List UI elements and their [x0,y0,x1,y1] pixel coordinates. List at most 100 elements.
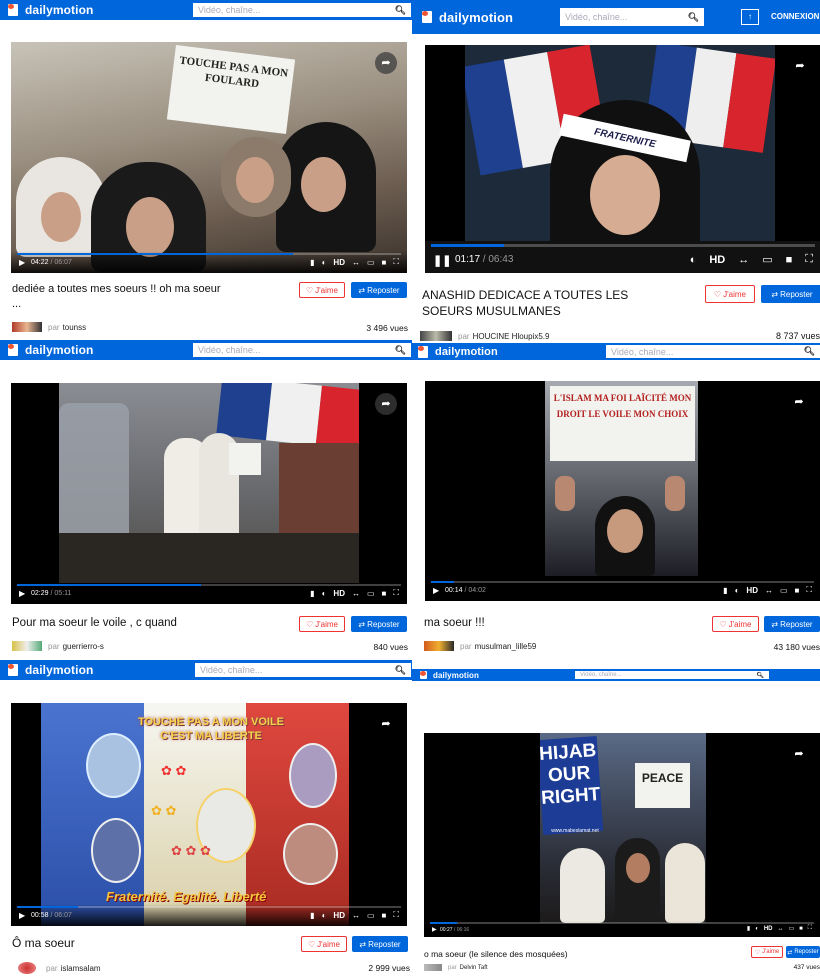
expand-width-icon[interactable]: ↔ [738,254,749,266]
search-icon[interactable]: 🔍︎ [395,5,406,16]
progress-bar[interactable] [17,906,401,908]
fullscreen-icon[interactable]: ⛶ [806,585,812,595]
video-title[interactable]: dediée a toutes mes soeurs !! oh ma soeu… [12,282,292,312]
dailymotion-logo[interactable]: dailymotion [418,345,498,358]
avatar[interactable] [12,641,42,651]
search-icon[interactable]: 🔍︎ [395,345,406,356]
fullscreen-icon[interactable]: ⛶ [393,588,399,598]
airplay-icon[interactable]: ▭ [367,911,375,920]
hd-button[interactable]: HD [333,589,345,598]
expand-width-icon[interactable]: ↔ [352,911,360,920]
progress-bar[interactable] [17,253,401,255]
progress-bar[interactable] [430,922,814,924]
expand-width-icon[interactable]: ↔ [778,926,784,932]
search-icon[interactable]: 🔍︎ [756,672,764,679]
expand-width-icon[interactable]: ↔ [352,589,360,598]
expand-width-icon[interactable]: ↔ [765,586,773,595]
share-icon[interactable]: ➦ [375,713,397,735]
like-button[interactable]: ♡ J'aime [299,282,345,298]
video-player[interactable]: TOUCHE PAS A MON VOILE C'EST MA LIBERTE … [11,703,407,926]
share-icon[interactable]: ➦ [788,391,810,413]
share-icon[interactable]: ➦ [375,52,397,74]
repost-button[interactable]: ⇄ Reposter [352,936,408,952]
dailymotion-logo[interactable]: dailymotion [8,343,93,357]
video-title[interactable]: ma soeur !!! [424,616,684,631]
search-input[interactable]: Vidéo, chaîne... 🔍︎ [606,345,820,358]
speed-gauge-icon[interactable]: ◐ [322,589,327,598]
hd-button[interactable]: HD [764,926,773,932]
play-icon[interactable]: ▶ [19,911,25,920]
airplay-icon[interactable]: ▭ [367,258,375,267]
speed-gauge-icon[interactable]: ◐ [755,926,759,932]
video-player[interactable]: TOUCHE PAS A MON FOULARD ➦ ▶ 04:22 / 06:… [11,42,407,273]
video-title[interactable]: o ma soeur (le silence des mosquées) [424,947,684,962]
search-input[interactable]: Vidéo, chaîne... 🔍︎ [195,663,411,677]
hd-button[interactable]: HD [333,911,345,920]
hd-button[interactable]: HD [333,258,345,267]
airplay-icon[interactable]: ▭ [780,586,788,595]
fullscreen-icon[interactable]: ⛶ [808,925,812,932]
like-button[interactable]: ♡ J'aime [712,616,759,632]
repost-button[interactable]: ⇄ Reposter [764,616,820,632]
share-icon[interactable]: ➦ [375,393,397,415]
hd-button[interactable]: HD [746,586,758,595]
hd-button[interactable]: HD [709,254,725,266]
theater-mode-icon[interactable]: ■ [795,586,800,595]
speed-gauge-icon[interactable]: ◐ [322,258,327,267]
like-button[interactable]: ♡ J'aime [751,946,783,958]
video-title[interactable]: Ô ma soeur [12,936,272,951]
avatar[interactable] [18,962,36,974]
avatar[interactable] [424,964,442,971]
fullscreen-icon[interactable]: ⛶ [805,253,813,266]
volume-icon[interactable]: ▮ [723,586,727,595]
speed-gauge-icon[interactable]: ◐ [690,254,697,266]
volume-icon[interactable]: ▮ [310,589,314,598]
share-icon[interactable]: ➦ [788,743,810,765]
progress-bar[interactable] [431,244,815,247]
search-input[interactable]: Vidéo, chaîne... 🔍︎ [193,343,411,357]
video-player[interactable]: HIJAB OUR RIGHT www.mabeslamat.net PEACE… [424,733,820,937]
theater-mode-icon[interactable]: ■ [382,589,387,598]
theater-mode-icon[interactable]: ■ [382,911,387,920]
search-icon[interactable]: 🔍︎ [688,12,699,23]
fullscreen-icon[interactable]: ⛶ [393,910,399,920]
pause-icon[interactable]: ❚❚ [433,254,451,267]
video-title[interactable]: ANASHID DEDICACE A TOUTES LES SOEURS MUS… [422,287,682,319]
play-icon[interactable]: ▶ [19,589,25,598]
speed-gauge-icon[interactable]: ◐ [322,911,327,920]
airplay-icon[interactable]: ▭ [789,925,795,932]
avatar[interactable] [424,641,454,651]
airplay-icon[interactable]: ▭ [367,589,375,598]
speed-gauge-icon[interactable]: ◐ [735,586,740,595]
theater-mode-icon[interactable]: ■ [382,258,387,267]
repost-button[interactable]: ⇄ Reposter [786,946,820,958]
dailymotion-logo[interactable]: dailymotion [8,3,93,17]
repost-button[interactable]: ⇄ Reposter [351,282,407,298]
fullscreen-icon[interactable]: ⛶ [393,257,399,267]
video-player[interactable]: ➦ ▶ 02:29 / 05:11 ▮ ◐ HD ↔ ▭ ■ ⛶ [11,383,407,604]
dailymotion-logo[interactable]: dailymotion [8,663,93,677]
play-icon[interactable]: ▶ [433,586,439,595]
volume-icon[interactable]: ▮ [747,925,750,932]
theater-mode-icon[interactable]: ■ [786,254,793,266]
avatar[interactable] [420,331,452,341]
airplay-icon[interactable]: ▭ [762,253,772,266]
search-input[interactable]: Vidéo, chaîne... 🔍︎ [193,3,411,17]
search-input[interactable]: Vidéo, chaîne... 🔍︎ [575,671,769,679]
share-icon[interactable]: ➦ [789,55,811,77]
volume-icon[interactable]: ▮ [310,258,314,267]
video-player[interactable]: L'ISLAM MA FOI LAÏCITÉ MON DROIT LE VOIL… [425,381,820,601]
theater-mode-icon[interactable]: ■ [799,926,803,932]
video-player[interactable]: FRATERNITE ➦ ❚❚ 01:17 / 06:43 ◐ HD ↔ ▭ ■ ⛶ [425,45,820,273]
search-icon[interactable]: 🔍︎ [395,665,406,676]
repost-button[interactable]: ⇄ Reposter [351,616,407,632]
upload-button[interactable]: ↑ [741,9,759,25]
progress-bar[interactable] [17,584,401,586]
search-icon[interactable]: 🔍︎ [804,346,815,357]
expand-width-icon[interactable]: ↔ [352,258,360,267]
like-button[interactable]: ♡ J'aime [705,285,755,303]
login-link[interactable]: CONNEXION [771,12,819,21]
like-button[interactable]: ♡ J'aime [301,936,347,952]
repost-button[interactable]: ⇄ Reposter [761,285,820,303]
play-icon[interactable]: ▶ [19,258,25,267]
